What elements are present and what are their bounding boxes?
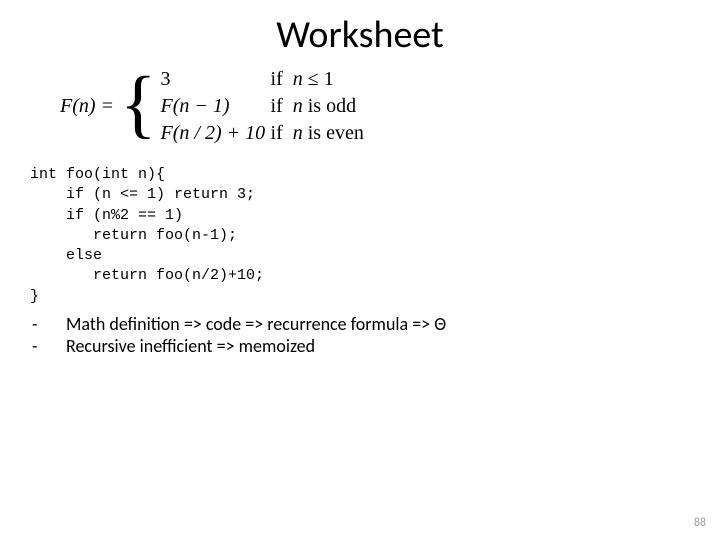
formula-case: F(n − 1) if n is odd xyxy=(161,95,364,118)
case-cond: if n is odd xyxy=(271,95,357,118)
slide: Worksheet F(n) = { 3 if n ≤ 1 F(n − 1) i… xyxy=(0,0,720,540)
formula-lhs: F(n) = xyxy=(60,95,114,118)
page-title: Worksheet xyxy=(30,12,690,58)
bullet-list: - Math definition => code => recurrence … xyxy=(30,313,690,357)
list-item: - Math definition => code => recurrence … xyxy=(30,313,690,335)
formula-case: 3 if n ≤ 1 xyxy=(161,68,364,91)
formula-case: F(n / 2) + 10 if n is even xyxy=(161,122,364,145)
case-expr: 3 xyxy=(161,68,271,91)
piecewise-formula: F(n) = { 3 if n ≤ 1 F(n − 1) if n is odd… xyxy=(60,68,690,145)
case-cond: if n is even xyxy=(271,122,364,145)
code-block: int foo(int n){ if (n <= 1) return 3; if… xyxy=(30,165,690,307)
formula-cases: 3 if n ≤ 1 F(n − 1) if n is odd F(n / 2)… xyxy=(161,68,364,145)
case-expr: F(n / 2) + 10 xyxy=(161,122,271,145)
bullet-dash-icon: - xyxy=(30,313,66,335)
left-brace-icon: { xyxy=(120,70,156,138)
bullet-text: Math definition => code => recurrence fo… xyxy=(66,313,446,335)
page-number: 88 xyxy=(694,516,706,530)
list-item: - Recursive inefficient => memoized xyxy=(30,335,690,357)
case-cond: if n ≤ 1 xyxy=(271,68,334,91)
bullet-text: Recursive inefficient => memoized xyxy=(66,335,315,357)
bullet-dash-icon: - xyxy=(30,335,66,357)
case-expr: F(n − 1) xyxy=(161,95,271,118)
